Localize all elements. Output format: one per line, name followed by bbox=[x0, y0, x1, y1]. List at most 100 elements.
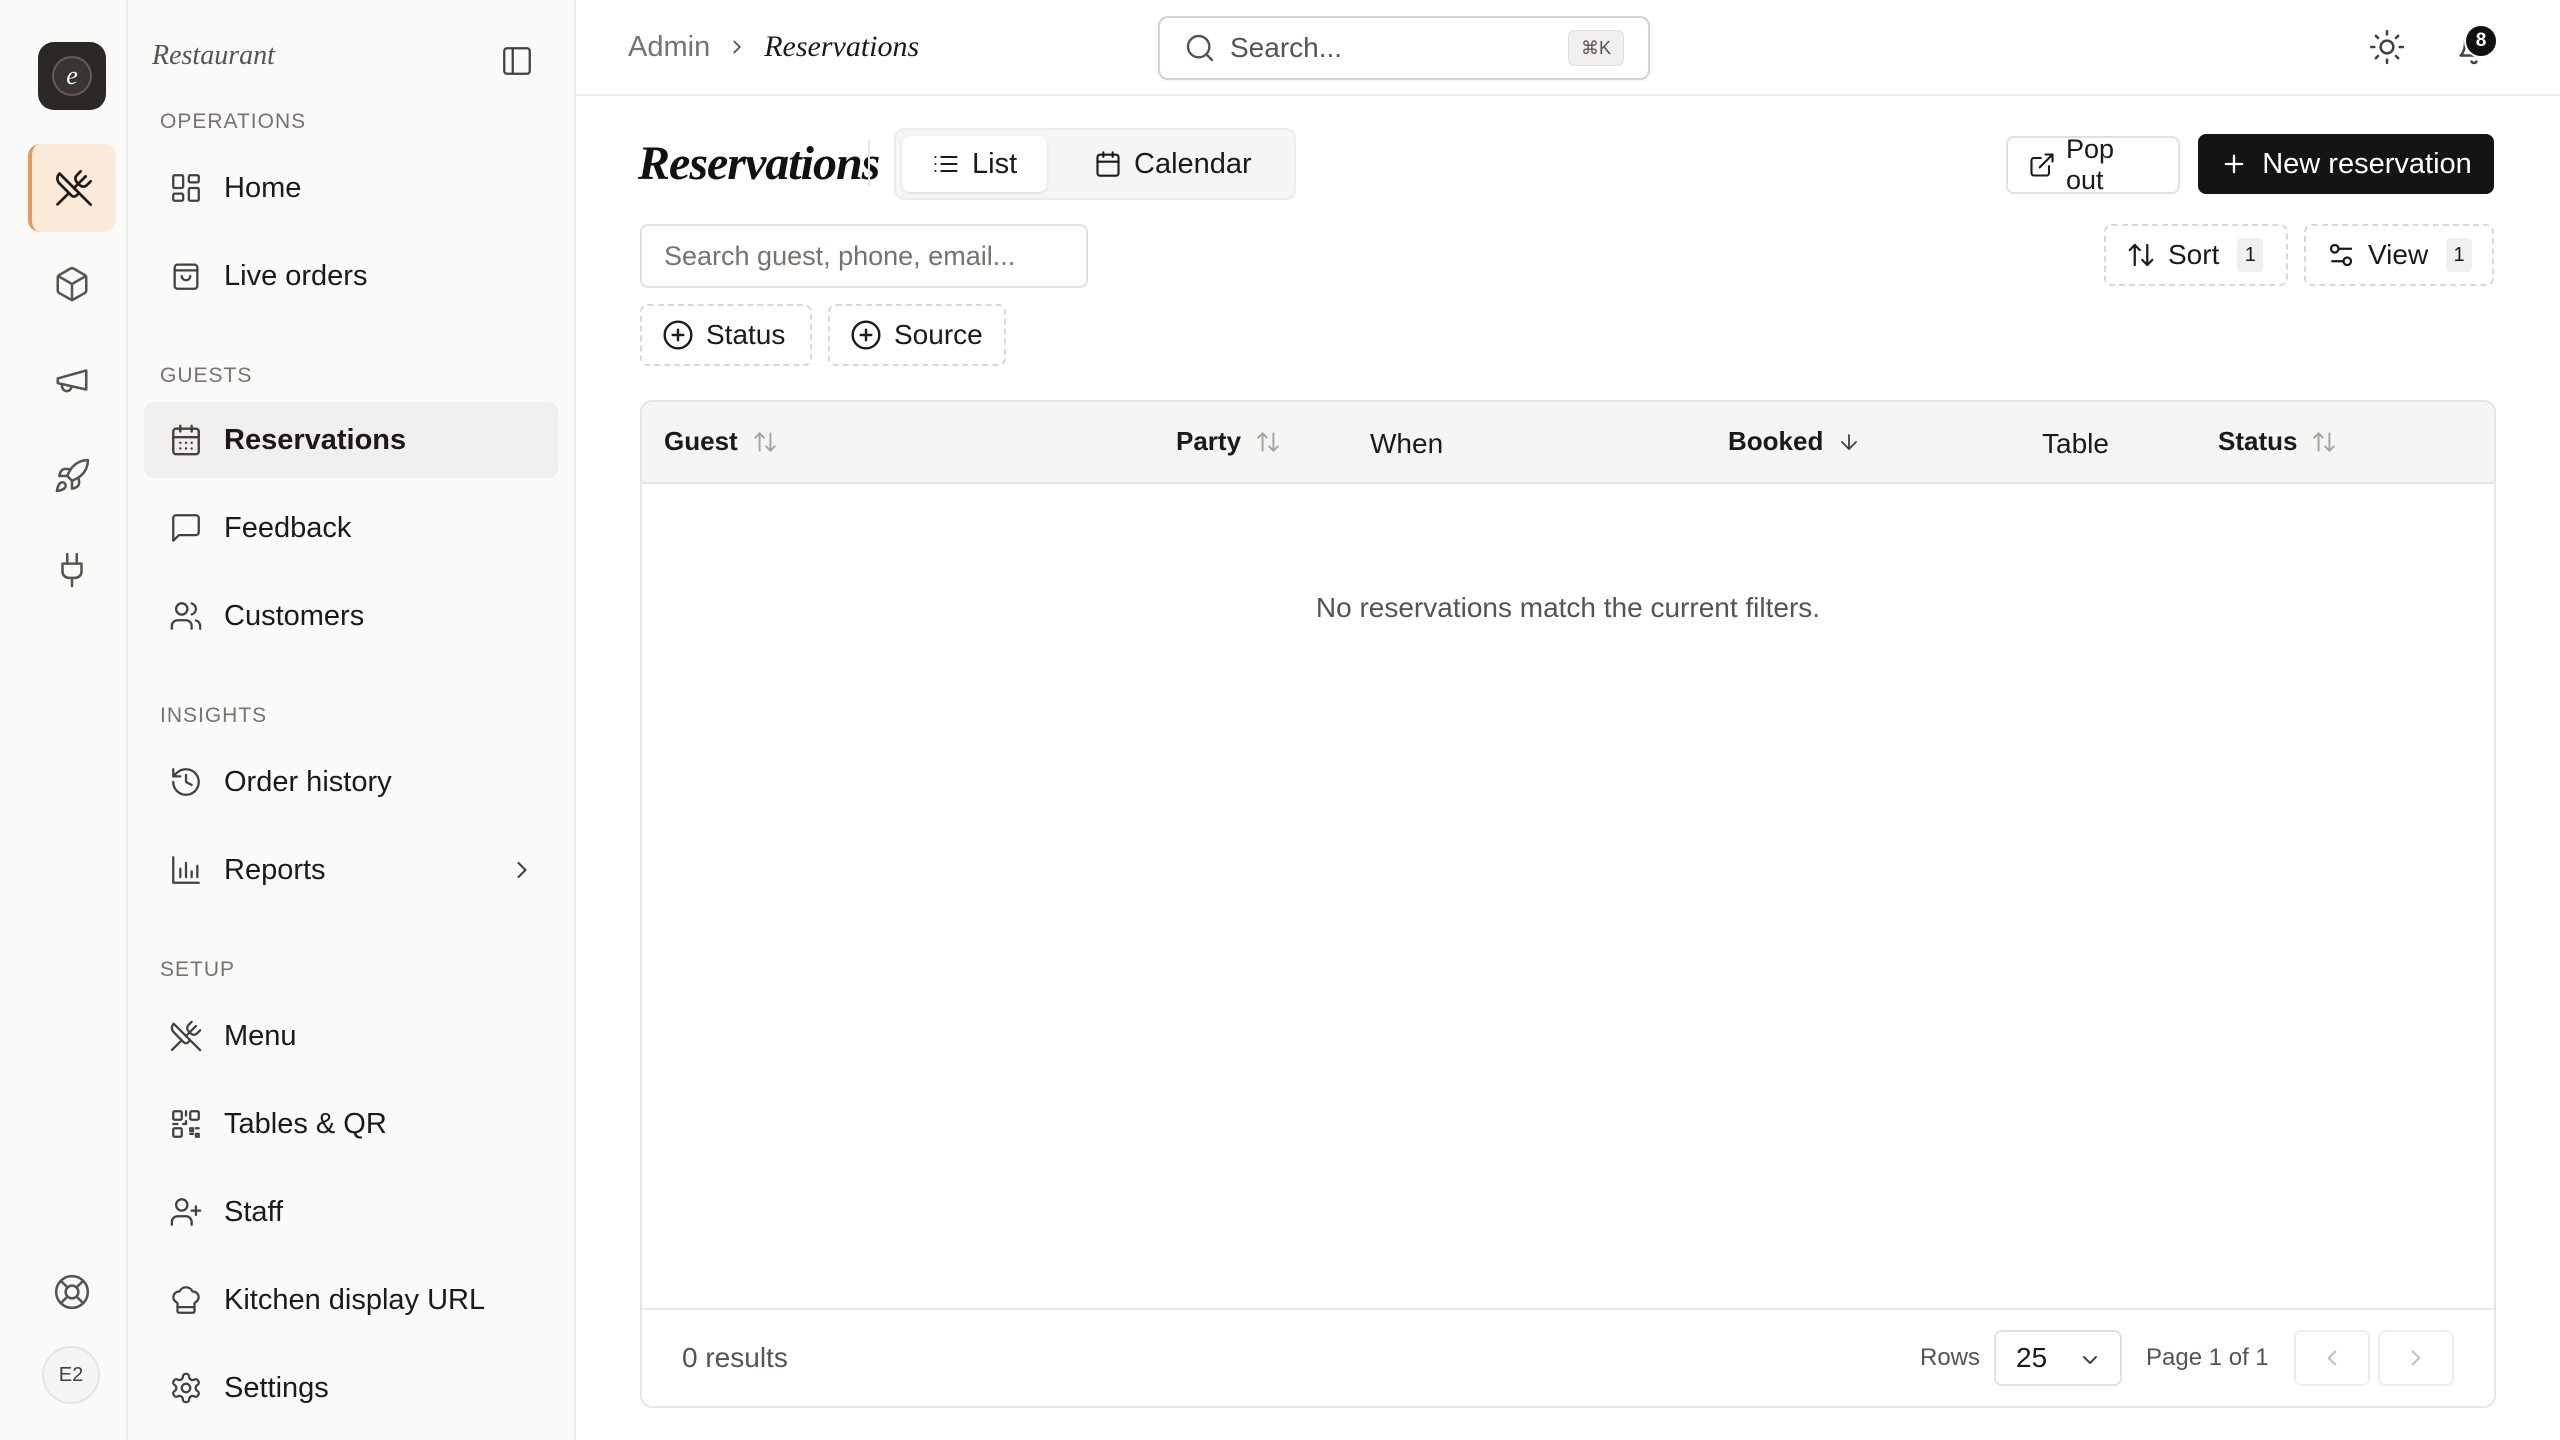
column-table: Table bbox=[2042, 428, 2109, 460]
shopping-bag-icon bbox=[166, 256, 206, 296]
previous-page-button[interactable] bbox=[2294, 1330, 2370, 1386]
source-filter-label: Source bbox=[894, 319, 983, 350]
sidebar-item-label: Reservations bbox=[224, 423, 407, 456]
tab-calendar-label: Calendar bbox=[1134, 147, 1252, 180]
global-search[interactable]: Search... ⌘K bbox=[1158, 16, 1650, 80]
sun-icon bbox=[2368, 28, 2406, 66]
chevron-right-icon bbox=[726, 36, 748, 58]
tab-list-label: List bbox=[972, 147, 1018, 180]
source-filter-button[interactable]: Source bbox=[828, 304, 1006, 366]
calendar-icon bbox=[1094, 150, 1122, 178]
plus-circle-icon bbox=[662, 319, 694, 351]
new-reservation-button[interactable]: New reservation bbox=[2198, 134, 2494, 194]
rail-item-help[interactable] bbox=[28, 1248, 116, 1336]
plug-icon bbox=[53, 551, 91, 589]
sidebar-item-tables-qr[interactable]: Tables & QR bbox=[144, 1086, 558, 1162]
users-icon bbox=[166, 596, 206, 636]
external-link-icon bbox=[2028, 151, 2056, 179]
top-header: Admin Reservations Search... ⌘K 8 bbox=[576, 0, 2560, 96]
breadcrumb-root[interactable]: Admin bbox=[628, 31, 710, 64]
settings-sliders-icon bbox=[2326, 240, 2356, 270]
sort-count-badge: 1 bbox=[2237, 238, 2264, 272]
sidebar-item-label: Menu bbox=[224, 1019, 297, 1052]
sidebar-item-order-history[interactable]: Order history bbox=[144, 744, 558, 820]
column-when: When bbox=[1370, 428, 1443, 460]
sidebar-item-reports[interactable]: Reports bbox=[144, 832, 558, 908]
notification-count-badge: 8 bbox=[2464, 24, 2498, 58]
view-options-button[interactable]: View 1 bbox=[2304, 224, 2494, 286]
chevron-right-icon bbox=[508, 856, 536, 884]
section-setup: SETUP bbox=[160, 958, 236, 981]
sidebar-brand: Restaurant bbox=[152, 40, 275, 71]
sidebar-item-live-orders[interactable]: Live orders bbox=[144, 238, 558, 314]
arrow-down-icon bbox=[1837, 430, 1861, 454]
panel-left-icon bbox=[500, 44, 534, 78]
life-buoy-icon bbox=[53, 1273, 91, 1311]
pop-out-button[interactable]: Pop out bbox=[2006, 134, 2180, 195]
arrow-up-down-icon bbox=[2126, 240, 2156, 270]
tab-calendar[interactable]: Calendar bbox=[1064, 136, 1282, 192]
sort-icon bbox=[752, 429, 778, 455]
column-label: Status bbox=[2218, 426, 2298, 456]
next-page-button[interactable] bbox=[2378, 1330, 2454, 1386]
plus-icon bbox=[2220, 150, 2248, 178]
sidebar-item-customers[interactable]: Customers bbox=[144, 578, 558, 654]
new-reservation-label: New reservation bbox=[2262, 147, 2472, 180]
megaphone-icon bbox=[53, 361, 91, 399]
section-operations: OPERATIONS bbox=[160, 110, 307, 133]
breadcrumb: Admin Reservations bbox=[628, 30, 919, 64]
sidebar-item-label: Kitchen display URL bbox=[224, 1283, 486, 1316]
sort-icon bbox=[2311, 429, 2337, 455]
section-guests: GUESTS bbox=[160, 364, 253, 387]
rows-per-page-select[interactable]: 25 bbox=[1994, 1330, 2122, 1386]
logo-letter: e bbox=[52, 56, 92, 96]
sort-label: Sort bbox=[2168, 239, 2220, 270]
sidebar-item-settings[interactable]: Settings bbox=[144, 1350, 558, 1426]
reservation-search-input[interactable] bbox=[640, 224, 1088, 288]
rail-item-inventory[interactable] bbox=[28, 240, 116, 328]
sidebar-item-kitchen-display[interactable]: Kitchen display URL bbox=[144, 1262, 558, 1338]
restaurant-logo[interactable]: e bbox=[38, 42, 106, 110]
sidebar-item-feedback[interactable]: Feedback bbox=[144, 490, 558, 566]
sidebar-item-label: Reports bbox=[224, 853, 326, 886]
rail-item-marketing[interactable] bbox=[28, 336, 116, 424]
sidebar-item-staff[interactable]: Staff bbox=[144, 1174, 558, 1250]
section-insights: INSIGHTS bbox=[160, 704, 268, 727]
chef-hat-icon bbox=[166, 1280, 206, 1320]
sidebar-item-label: Live orders bbox=[224, 259, 368, 292]
theme-toggle-button[interactable] bbox=[2368, 28, 2406, 66]
user-avatar[interactable]: E2 bbox=[42, 1346, 100, 1404]
rail-item-launch[interactable] bbox=[28, 432, 116, 520]
column-booked[interactable]: Booked bbox=[1728, 426, 1861, 457]
column-guest[interactable]: Guest bbox=[664, 426, 778, 457]
page-indicator: Page 1 of 1 bbox=[2146, 1344, 2269, 1371]
rows-value: 25 bbox=[2016, 1342, 2048, 1373]
page-title: Reservations bbox=[638, 137, 880, 190]
results-count: 0 results bbox=[682, 1342, 788, 1373]
package-icon bbox=[53, 265, 91, 303]
sidebar-item-home[interactable]: Home bbox=[144, 150, 558, 226]
column-label: Party bbox=[1176, 426, 1242, 456]
icon-rail: e E2 bbox=[0, 0, 128, 1440]
sidebar-item-label: Feedback bbox=[224, 511, 352, 544]
calendar-days-icon bbox=[166, 420, 206, 460]
view-switcher: List Calendar bbox=[894, 128, 1296, 200]
sort-button[interactable]: Sort 1 bbox=[2104, 224, 2288, 286]
message-square-icon bbox=[166, 508, 206, 548]
gear-icon bbox=[166, 1368, 206, 1408]
column-label: Guest bbox=[664, 426, 738, 456]
sidebar-toggle-button[interactable] bbox=[500, 44, 534, 78]
chevron-left-icon bbox=[2319, 1345, 2345, 1371]
column-label: When bbox=[1370, 428, 1444, 459]
rail-item-restaurant[interactable] bbox=[28, 144, 116, 232]
column-label: Table bbox=[2042, 428, 2109, 459]
sidebar-item-menu[interactable]: Menu bbox=[144, 998, 558, 1074]
sidebar-item-reservations[interactable]: Reservations bbox=[144, 402, 558, 478]
column-status[interactable]: Status bbox=[2218, 426, 2337, 457]
bar-chart-icon bbox=[166, 850, 206, 890]
empty-state-message: No reservations match the current filter… bbox=[1315, 592, 1821, 623]
rail-item-integrations[interactable] bbox=[28, 526, 116, 614]
status-filter-button[interactable]: Status bbox=[640, 304, 812, 366]
tab-list[interactable]: List bbox=[902, 136, 1048, 192]
column-party[interactable]: Party bbox=[1176, 426, 1281, 457]
